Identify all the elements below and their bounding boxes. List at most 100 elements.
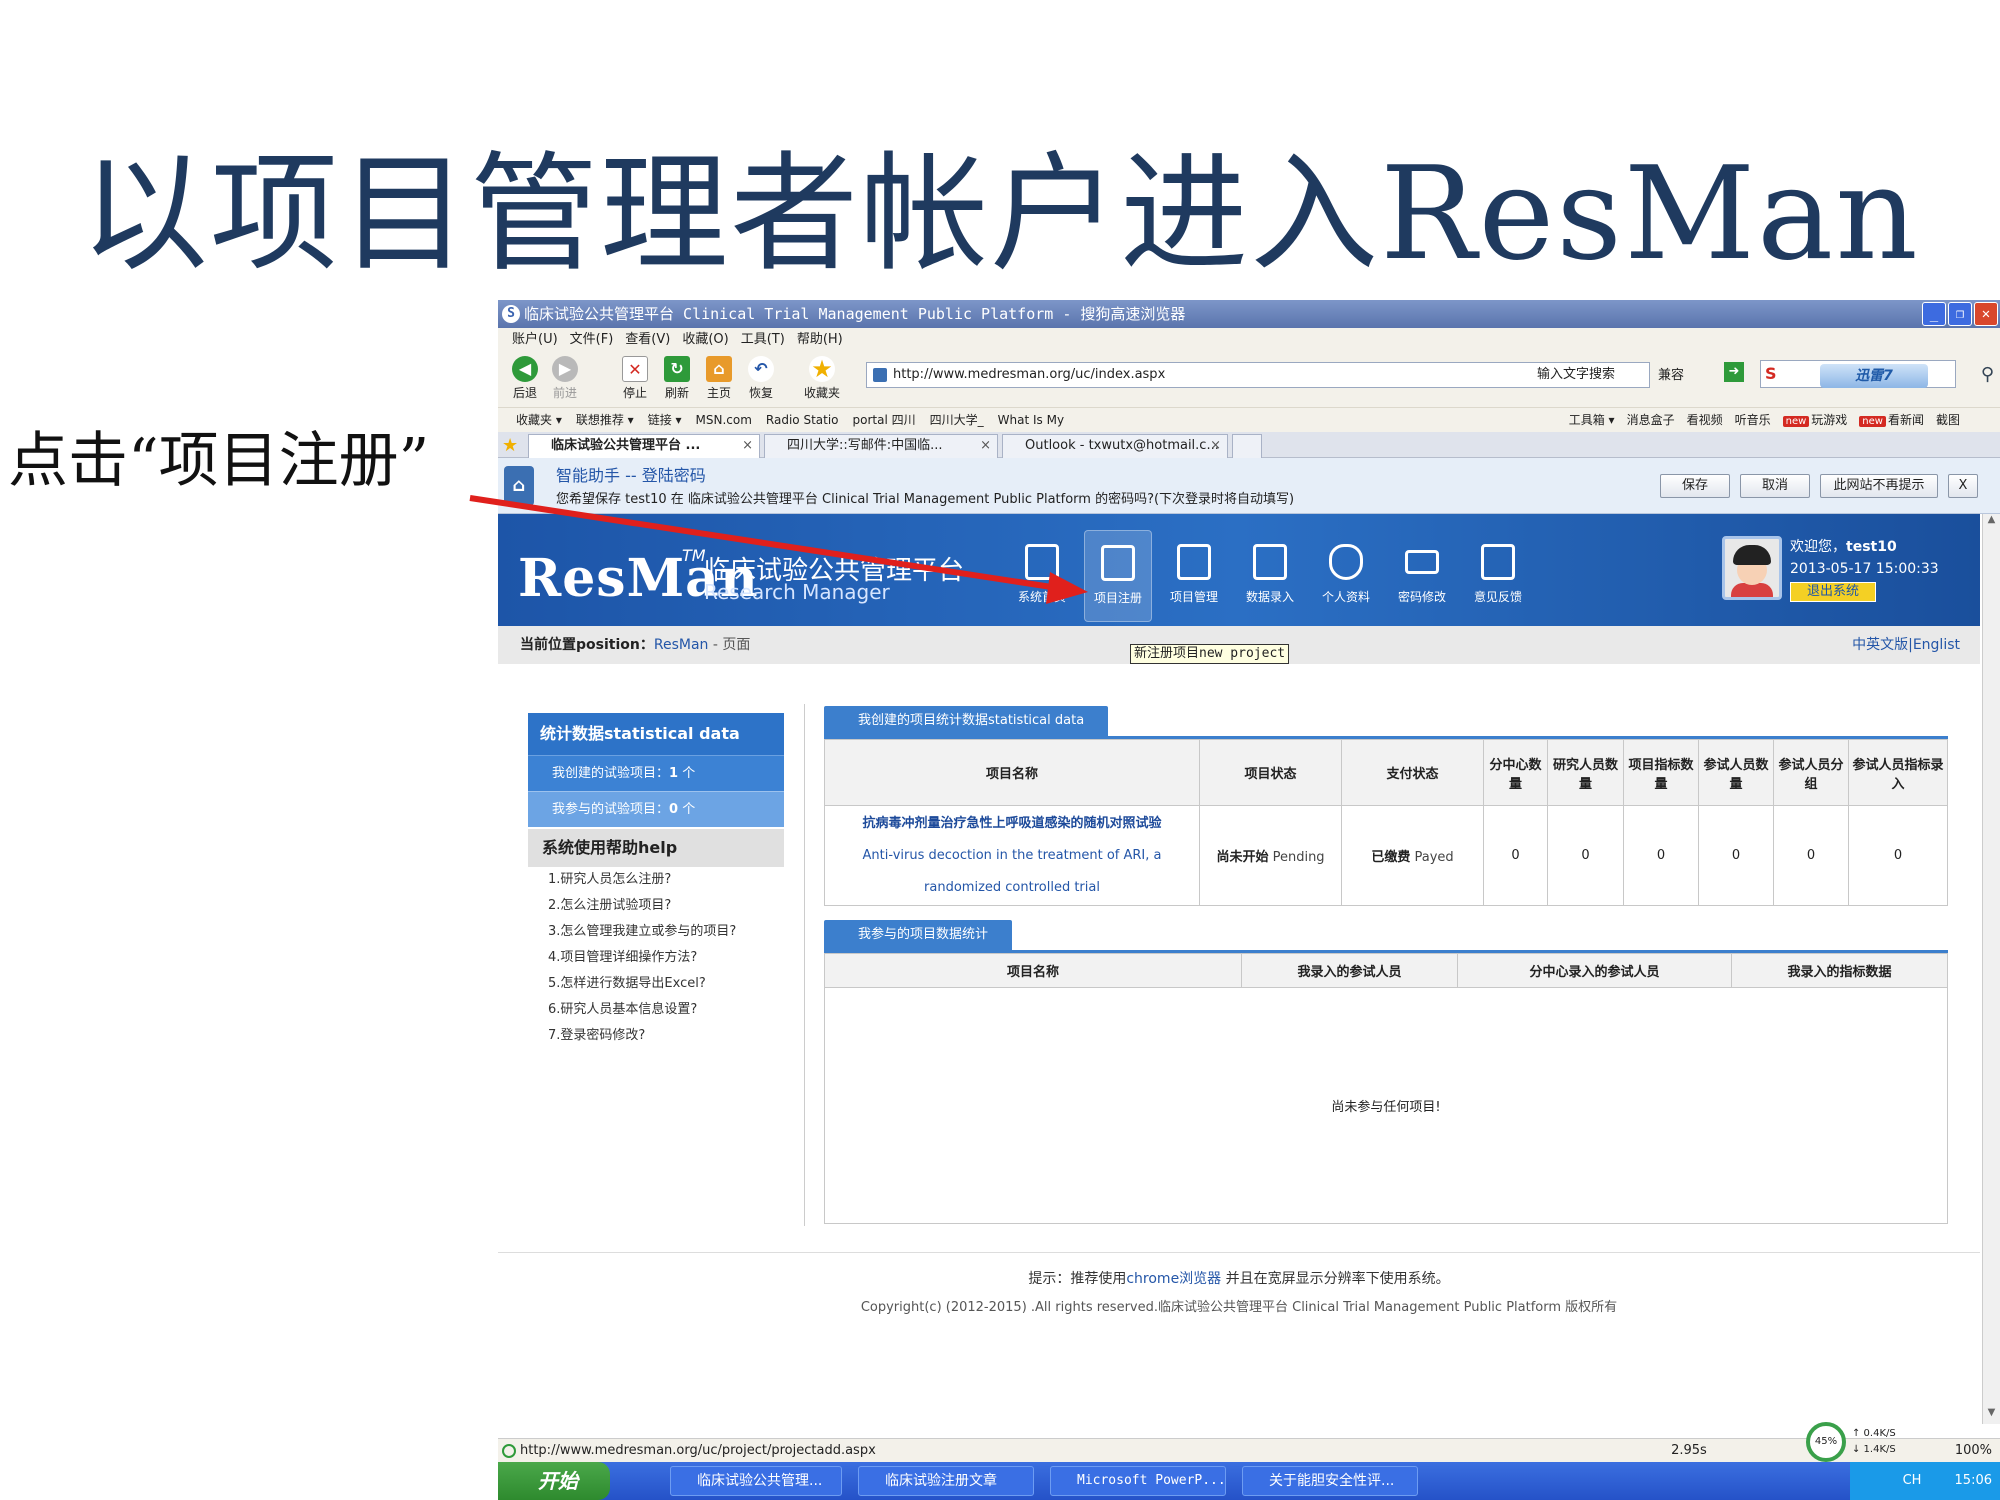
breadcrumb-link[interactable]: ResMan [654, 637, 709, 653]
address-bar[interactable]: http://www.medresman.org/uc/index.aspx 输… [866, 362, 1650, 388]
restore-icon[interactable]: ❐ [1948, 302, 1972, 326]
refresh-button[interactable]: ↻ 刷新 [664, 356, 690, 401]
language-switch: 中英文版|Englist [1852, 626, 1960, 664]
close-tab-icon[interactable]: × [742, 435, 753, 457]
help-link[interactable]: 2.怎么注册试验项目? [528, 893, 784, 919]
zoom-level[interactable]: 100% [1955, 1439, 1992, 1463]
help-link[interactable]: 3.怎么管理我建立或参与的项目? [528, 919, 784, 945]
fav-item[interactable]: portal 四川 [853, 408, 916, 432]
refresh-label: 刷新 [664, 386, 689, 400]
page-scrollbar[interactable]: ▲ ▼ [1982, 514, 2000, 1424]
menu-tools[interactable]: 工具(T) [741, 328, 785, 352]
nav-profile[interactable]: 个人资料 [1312, 530, 1380, 622]
save-password-button[interactable]: 保存 [1660, 474, 1730, 498]
task-button[interactable]: Microsoft PowerP... [1050, 1466, 1226, 1496]
joined-projects-link[interactable]: 我参与的试验项目：0 个 [528, 791, 784, 827]
input-language[interactable]: CH [1903, 1473, 1922, 1488]
games-button[interactable]: new 玩游戏 [1782, 408, 1847, 432]
nav-project-register[interactable]: 项目注册 [1084, 530, 1152, 622]
joined-projects-panel: 我参与的项目数据统计 项目名称 我录入的参试人员 分中心录入的参试人员 我录入的… [824, 920, 1948, 1224]
project-name-cn[interactable]: 抗病毒冲剂量治疗急性上呼吸道感染的随机对照试验 [825, 808, 1199, 840]
fav-item[interactable]: 收藏夹 ▾ [516, 408, 562, 432]
help-link[interactable]: 6.研究人员基本信息设置? [528, 997, 784, 1023]
tab-scu-mail[interactable]: 四川大学::写邮件:中国临... × [764, 434, 998, 458]
menu-account[interactable]: 账户(U) [512, 328, 558, 352]
sidebar-divider [804, 704, 805, 1226]
go-icon[interactable]: ➜ [1724, 362, 1744, 382]
toolbox-button[interactable]: 工具箱 ▾ [1569, 408, 1615, 432]
menu-favorites[interactable]: 收藏(O) [682, 328, 728, 352]
project-name-en[interactable]: Anti-virus decoction in the treatment of… [825, 840, 1199, 904]
menu-help[interactable]: 帮助(H) [797, 328, 843, 352]
lang-en-link[interactable]: Englist [1913, 637, 1960, 653]
home-button[interactable]: ⌂ 主页 [706, 356, 732, 401]
download-speed: ↓ 1.4K/S [1852, 1444, 1896, 1455]
task-button[interactable]: 临床试验公共管理... [670, 1466, 842, 1496]
close-tab-icon[interactable]: × [980, 435, 991, 457]
scroll-up-icon[interactable]: ▲ [1983, 514, 2000, 531]
fav-item[interactable]: 四川大学_ [930, 408, 984, 432]
sogou-logo-icon: S [502, 305, 520, 323]
message-box-button[interactable]: 消息盒子 [1627, 408, 1675, 432]
lang-cn-link[interactable]: 中英文版 [1852, 637, 1908, 653]
fav-item[interactable]: 联想推荐 ▾ [576, 408, 634, 432]
nav-feedback[interactable]: 意见反馈 [1464, 530, 1532, 622]
col-header: 项目名称 [824, 953, 1242, 988]
help-link[interactable]: 5.怎样进行数据导出Excel? [528, 971, 784, 997]
scroll-down-icon[interactable]: ▼ [1983, 1407, 2000, 1424]
cancel-button[interactable]: 取消 [1740, 474, 1810, 498]
never-ask-button[interactable]: 此网站不再提示 [1820, 474, 1938, 498]
close-icon[interactable]: ✕ [1974, 302, 1998, 326]
menu-view[interactable]: 查看(V) [625, 328, 670, 352]
back-button[interactable]: ◀ 后退 [512, 356, 538, 401]
nav-project-manage[interactable]: 项目管理 [1160, 530, 1228, 622]
compat-mode-button[interactable]: 兼容 [1658, 364, 1684, 383]
keyboard-icon [1405, 550, 1439, 574]
nav-home[interactable]: 系统首页 [1008, 530, 1076, 622]
search-icon[interactable]: ⚲ [1981, 364, 1994, 385]
logout-button[interactable]: 退出系统 [1790, 582, 1877, 602]
restore-button[interactable]: ↶ 恢复 [748, 356, 774, 401]
close-notify-button[interactable]: X [1948, 474, 1978, 498]
browser-toolbar: ◀ 后退 ▶ 前进 ✕ 停止 ↻ 刷新 ⌂ 主页 ↶ 恢复 ★ 收藏夹 http://www.… [498, 352, 2000, 408]
fav-item[interactable]: Radio Statio [766, 408, 839, 432]
news-button[interactable]: new 看新闻 [1859, 408, 1924, 432]
home-label: 主页 [706, 386, 731, 400]
joined-panel-tab[interactable]: 我参与的项目数据统计 [824, 920, 1013, 950]
start-button[interactable]: 开始 [498, 1462, 610, 1500]
chrome-link[interactable]: chrome浏览器 [1126, 1271, 1221, 1287]
created-panel-tab[interactable]: 我创建的项目统计数据statistical data [824, 706, 1109, 736]
help-link[interactable]: 7.登录密码修改? [528, 1023, 784, 1049]
search-engine-label[interactable]: 输入文字搜索 [1537, 363, 1615, 387]
status-url: http://www.medresman.org/uc/project/proj… [520, 1443, 876, 1458]
screenshot-button[interactable]: 截图 [1936, 408, 1960, 432]
help-link[interactable]: 1.研究人员怎么注册? [528, 867, 784, 893]
nav-label: 项目管理 [1169, 590, 1218, 604]
created-projects-link[interactable]: 我创建的试验项目：1 个 [528, 755, 784, 791]
tab-resman[interactable]: 临床试验公共管理平台 ... × [528, 434, 760, 458]
forward-button[interactable]: ▶ 前进 [552, 356, 578, 401]
nav-label: 系统首页 [1017, 590, 1066, 604]
tab-outlook[interactable]: Outlook - txwutx@hotmail.c... × [1002, 434, 1228, 458]
sidebar: 统计数据statistical data 我创建的试验项目：1 个 我参与的试验… [528, 713, 784, 1049]
close-tab-icon[interactable]: × [1210, 435, 1221, 457]
music-button[interactable]: 听音乐 [1735, 408, 1771, 432]
new-tab-button[interactable] [1232, 434, 1262, 458]
nav-password[interactable]: 密码修改 [1388, 530, 1456, 622]
nav-data-entry[interactable]: 数据录入 [1236, 530, 1304, 622]
project-name-cell[interactable]: 抗病毒冲剂量治疗急性上呼吸道感染的随机对照试验 Anti-virus decoc… [824, 805, 1200, 906]
minimize-icon[interactable]: _ [1922, 302, 1946, 326]
fav-item[interactable]: 链接 ▾ [648, 408, 682, 432]
star-icon[interactable]: ★ [502, 435, 518, 456]
fav-item[interactable]: MSN.com [696, 408, 752, 432]
help-link[interactable]: 4.项目管理详细操作方法? [528, 945, 784, 971]
menu-file[interactable]: 文件(F) [570, 328, 614, 352]
task-button[interactable]: 临床试验注册文章 [858, 1466, 1034, 1496]
video-button[interactable]: 看视频 [1687, 408, 1723, 432]
stop-button[interactable]: ✕ 停止 [622, 356, 648, 401]
xunlei-button[interactable]: 迅雷7 [1820, 364, 1928, 388]
taskbar: 开始 临床试验公共管理... 临床试验注册文章 Microsoft PowerP… [498, 1462, 2000, 1500]
favorites-button[interactable]: ★ 收藏夹 [804, 356, 840, 401]
task-button[interactable]: 关于能胆安全性评... [1242, 1466, 1418, 1496]
fav-item[interactable]: What Is My [998, 408, 1064, 432]
